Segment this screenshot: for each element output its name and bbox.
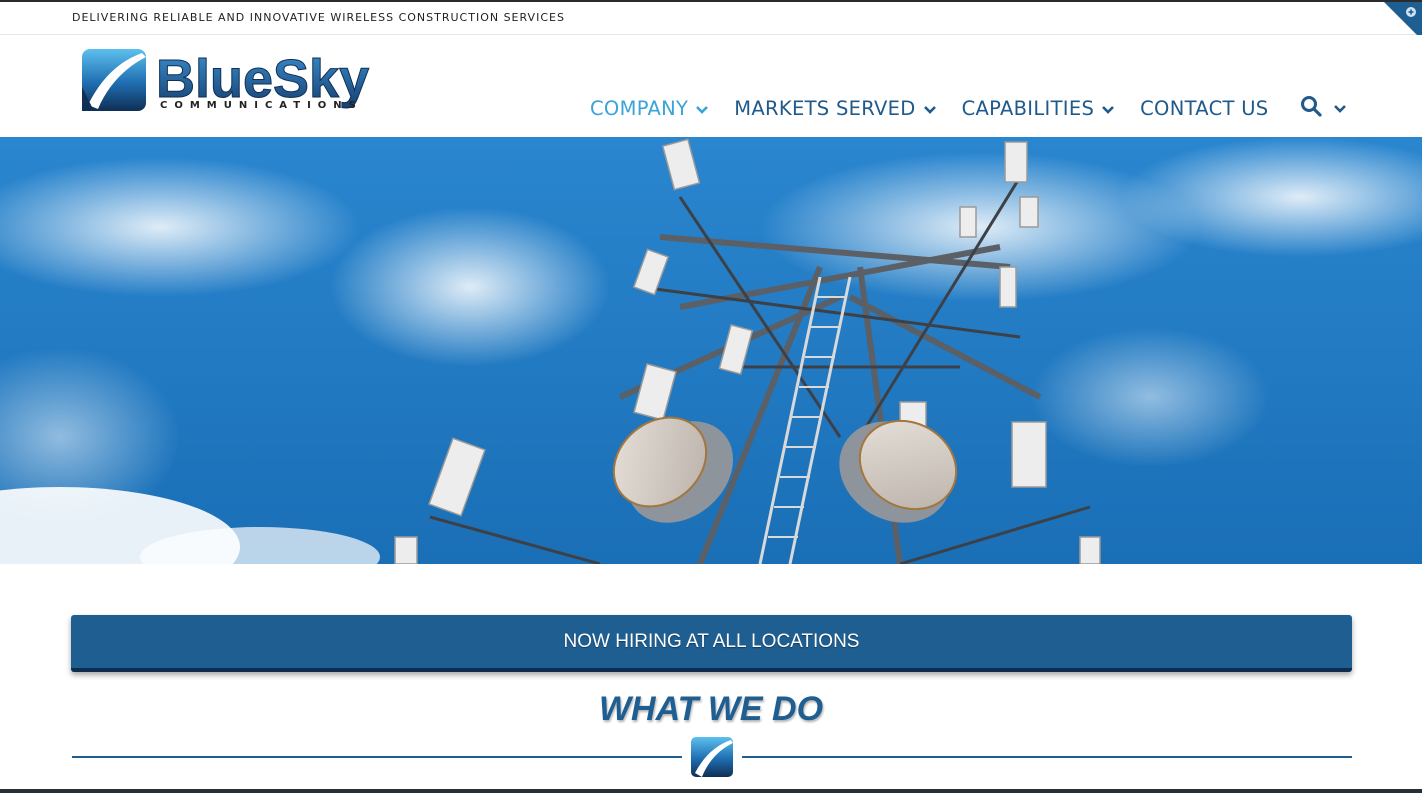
- nav-item-label: CAPABILITIES: [961, 96, 1095, 120]
- nav-item-label: CONTACT US: [1140, 96, 1269, 120]
- tagline: DELIVERING RELIABLE AND INNOVATIVE WIREL…: [72, 11, 565, 24]
- hero-image: [0, 137, 1422, 564]
- logo-subtitle: COMMUNICATIONS: [160, 100, 363, 111]
- top-bar: DELIVERING RELIABLE AND INNOVATIVE WIREL…: [0, 0, 1422, 40]
- bluesky-logo[interactable]: BlueSky COMMUNICATIONS: [80, 47, 412, 117]
- chevron-down-icon: [923, 106, 936, 114]
- main-nav: COMPANY MARKETS SERVED CAPABILITIES CONT…: [590, 93, 1294, 123]
- nav-item-contact-us[interactable]: CONTACT US: [1140, 97, 1268, 120]
- now-hiring-button[interactable]: NOW HIRING AT ALL LOCATIONS: [71, 615, 1352, 672]
- chevron-down-icon: [1334, 105, 1346, 113]
- chevron-down-icon: [1102, 106, 1115, 114]
- section-title: WHAT WE DO: [598, 690, 824, 728]
- chevron-down-icon: [696, 106, 709, 114]
- search-icon: [1301, 96, 1322, 117]
- logo-mark-icon: [691, 737, 733, 777]
- divider-line-right: [742, 756, 1352, 758]
- site-header: BlueSky COMMUNICATIONS COMPANY MARKETS S…: [0, 35, 1422, 137]
- now-hiring-label: NOW HIRING AT ALL LOCATIONS: [563, 630, 860, 652]
- search-toggle[interactable]: [1300, 95, 1346, 117]
- nav-item-label: MARKETS SERVED: [734, 96, 916, 120]
- divider-line-left: [72, 756, 682, 758]
- nav-item-capabilities[interactable]: CAPABILITIES: [962, 97, 1115, 120]
- cell-tower-image: [0, 137, 1422, 564]
- bottom-strip: [0, 789, 1422, 793]
- nav-item-label: COMPANY: [590, 96, 689, 120]
- nav-item-company[interactable]: COMPANY: [590, 96, 709, 120]
- nav-item-markets-served[interactable]: MARKETS SERVED: [734, 96, 936, 120]
